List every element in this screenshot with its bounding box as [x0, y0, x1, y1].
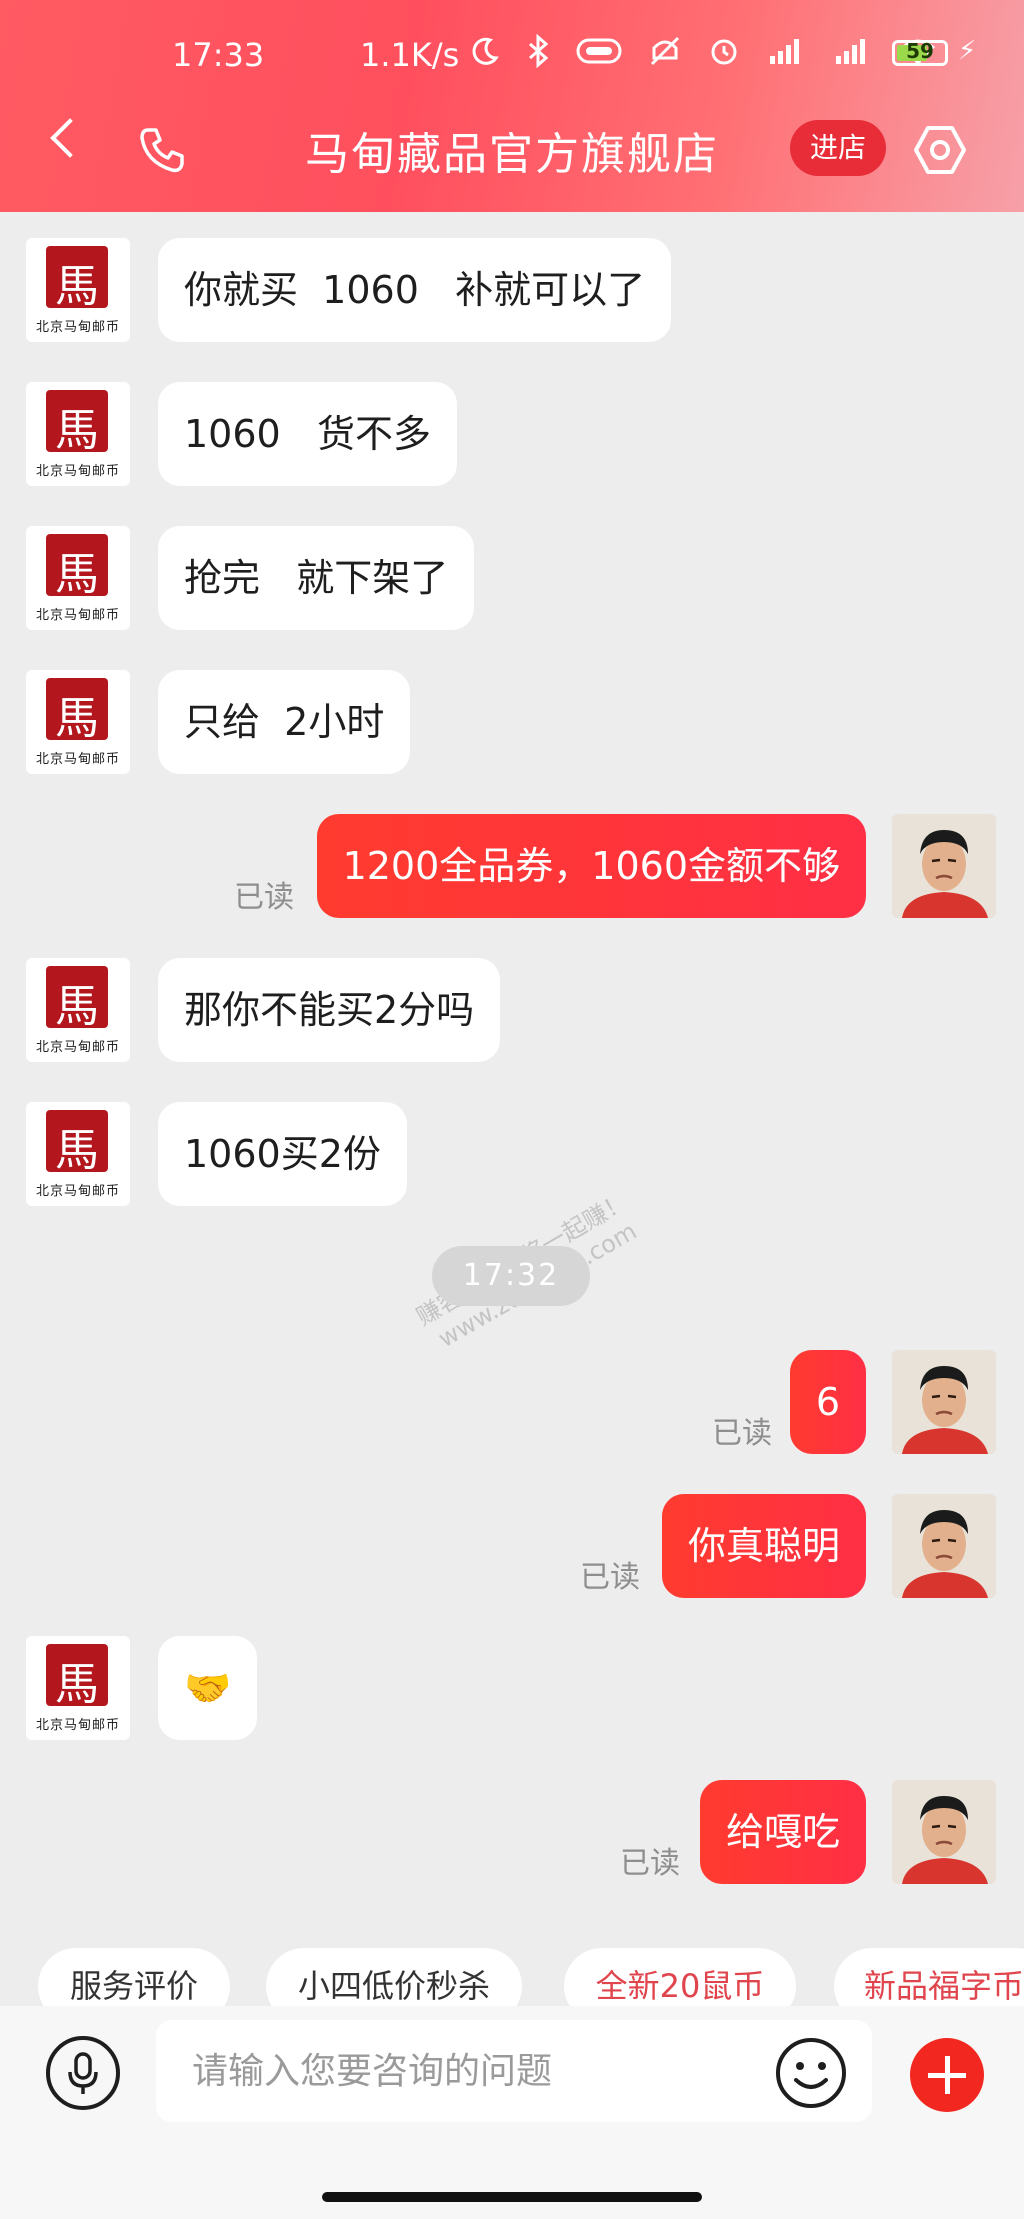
message-input[interactable]	[156, 2020, 872, 2122]
incoming-message[interactable]: 1060 货不多	[158, 382, 457, 486]
shop-avatar[interactable]: 馬 北京马甸邮币	[26, 1636, 130, 1740]
battery-icon: 59	[892, 39, 948, 66]
seal-logo: 馬	[46, 534, 108, 600]
user-avatar[interactable]	[892, 814, 996, 918]
incoming-message[interactable]: 1060买2份	[158, 1102, 407, 1206]
shop-avatar-caption: 北京马甸邮币	[35, 608, 120, 623]
shop-avatar-caption: 北京马甸邮币	[35, 752, 120, 767]
status-time: 17:33	[172, 36, 265, 74]
user-avatar[interactable]	[892, 1350, 996, 1454]
shop-avatar-caption: 北京马甸邮币	[35, 320, 120, 335]
mute-icon	[648, 34, 682, 72]
shop-avatar[interactable]: 馬 北京马甸邮币	[26, 958, 130, 1062]
shop-avatar[interactable]: 馬 北京马甸邮币	[26, 670, 130, 774]
shop-avatar[interactable]: 馬 北京马甸邮币	[26, 526, 130, 630]
status-icons	[470, 33, 938, 72]
charging-icon: ⚡	[958, 36, 977, 66]
chat-message-list[interactable]: 馬 北京马甸邮币 你就买 1060 补就可以了 馬 北京马甸邮币 1060 货不…	[0, 212, 1024, 1942]
chat-header: 17:33 1.1K/s 59 ⚡ 马甸藏品官方旗舰店 进店	[0, 0, 1024, 212]
user-avatar[interactable]	[892, 1780, 996, 1884]
outgoing-message[interactable]: 你真聪明	[661, 1494, 866, 1598]
seal-logo: 馬	[46, 1110, 108, 1176]
read-receipt: 已读	[620, 1846, 680, 1881]
read-receipt: 已读	[712, 1416, 772, 1451]
seal-logo: 馬	[46, 1644, 108, 1710]
signal-icon	[832, 36, 872, 70]
seal-logo: 馬	[46, 246, 108, 312]
seal-logo: 馬	[46, 678, 108, 744]
read-receipt: 已读	[234, 880, 294, 915]
incoming-message[interactable]: 抢完 就下架了	[158, 526, 475, 630]
vpn-icon	[576, 37, 622, 69]
alarm-icon	[708, 35, 740, 71]
settings-icon[interactable]	[910, 120, 970, 180]
shop-avatar-caption: 北京马甸邮币	[35, 464, 120, 479]
incoming-message[interactable]: 🤝	[158, 1636, 258, 1740]
seal-logo: 馬	[46, 390, 108, 456]
time-separator: 17:32	[432, 1246, 590, 1306]
battery-level-text: 59	[906, 39, 934, 63]
shop-avatar[interactable]: 馬 北京马甸邮币	[26, 238, 130, 342]
shop-avatar[interactable]: 馬 北京马甸邮币	[26, 1102, 130, 1206]
user-avatar[interactable]	[892, 1494, 996, 1598]
emoji-icon[interactable]	[774, 2036, 848, 2110]
shop-avatar-caption: 北京马甸邮币	[35, 1184, 120, 1199]
home-indicator[interactable]	[322, 2192, 702, 2202]
read-receipt: 已读	[580, 1560, 640, 1595]
shop-avatar-caption: 北京马甸邮币	[35, 1040, 120, 1055]
outgoing-message[interactable]: 6	[789, 1350, 866, 1454]
outgoing-message[interactable]: 给嘎吃	[699, 1780, 866, 1884]
incoming-message[interactable]: 只给 2小时	[158, 670, 411, 774]
add-plus-icon[interactable]	[910, 2038, 984, 2112]
enter-store-button[interactable]: 进店	[790, 120, 886, 176]
shop-avatar-caption: 北京马甸邮币	[35, 1718, 120, 1733]
input-bar	[0, 2006, 1024, 2219]
bluetooth-icon	[526, 33, 550, 72]
seal-logo: 馬	[46, 966, 108, 1032]
outgoing-message[interactable]: 1200全品券，1060金额不够	[316, 814, 866, 918]
microphone-icon[interactable]	[46, 2036, 120, 2110]
moon-icon	[470, 36, 500, 70]
incoming-message[interactable]: 你就买 1060 补就可以了	[158, 238, 672, 342]
shop-avatar[interactable]: 馬 北京马甸邮币	[26, 382, 130, 486]
incoming-message[interactable]: 那你不能买2分吗	[158, 958, 501, 1062]
signal-icon	[766, 36, 806, 70]
network-speed: 1.1K/s	[360, 36, 460, 74]
